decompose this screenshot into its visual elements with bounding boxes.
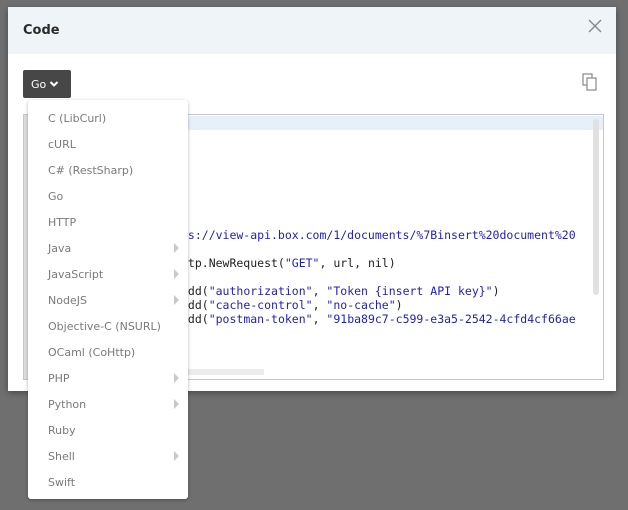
- code-string: ps://view-api.box.com/1/documents/%7Bins…: [181, 228, 576, 242]
- code-line: ttp.NewRequest("GET", url, nil): [181, 256, 396, 270]
- menu-item-c-restsharp[interactable]: C# (RestSharp): [28, 157, 188, 183]
- submenu-arrow-icon: [174, 243, 179, 253]
- chevron-down-icon: [50, 81, 59, 87]
- menu-item-label: PHP: [48, 371, 70, 385]
- copy-icon: [582, 73, 597, 91]
- code-line: Add("cache-control", "no-cache"): [181, 298, 403, 312]
- language-dropdown-menu: C (LibCurl) cURL C# (RestSharp) Go HTTP Java J…: [28, 100, 188, 499]
- submenu-arrow-icon: [174, 269, 179, 279]
- menu-item-swift[interactable]: Swift: [28, 469, 188, 495]
- code-line: Add("authorization", "Token {insert API …: [181, 284, 500, 298]
- code-string: "postman-token": [208, 312, 313, 326]
- code-string: "91ba89c7-c599-e3a5-2542-4cfd4cf66ae: [326, 312, 576, 326]
- menu-item-ruby[interactable]: Ruby: [28, 417, 188, 443]
- vertical-scrollbar[interactable]: [593, 119, 599, 295]
- menu-item-label: C# (RestSharp): [48, 163, 134, 177]
- code-token: ,: [312, 312, 327, 326]
- code-token: , url, nil): [319, 256, 396, 270]
- menu-item-objective-c-nsurl[interactable]: Objective-C (NSURL): [28, 313, 188, 339]
- submenu-arrow-icon: [174, 399, 179, 409]
- language-select-button[interactable]: Go: [23, 70, 71, 98]
- close-icon: [588, 19, 602, 33]
- modal-header: Code: [8, 7, 616, 54]
- menu-item-http[interactable]: HTTP: [28, 209, 188, 235]
- code-token: ): [395, 298, 403, 312]
- menu-item-label: cURL: [48, 137, 76, 151]
- menu-item-label: NodeJS: [48, 293, 87, 307]
- menu-item-php[interactable]: PHP: [28, 365, 188, 391]
- code-string: "cache-control": [208, 298, 313, 312]
- close-button[interactable]: [586, 17, 604, 35]
- menu-item-label: Shell: [48, 449, 75, 463]
- code-string: "no-cache": [326, 298, 396, 312]
- submenu-arrow-icon: [174, 451, 179, 461]
- menu-item-label: Swift: [48, 475, 76, 489]
- menu-item-go[interactable]: Go: [28, 183, 188, 209]
- menu-item-label: JavaScript: [48, 267, 104, 281]
- modal-title: Code: [23, 23, 60, 38]
- menu-item-javascript[interactable]: JavaScript: [28, 261, 188, 287]
- menu-item-shell[interactable]: Shell: [28, 443, 188, 469]
- menu-item-label: C (LibCurl): [48, 111, 107, 125]
- menu-item-label: Go: [48, 189, 64, 203]
- menu-item-nodejs[interactable]: NodeJS: [28, 287, 188, 313]
- menu-item-label: HTTP: [48, 215, 77, 229]
- submenu-arrow-icon: [174, 295, 179, 305]
- menu-item-label: Ruby: [48, 423, 76, 437]
- code-token: ,: [312, 284, 327, 298]
- code-line: Add("postman-token", "91ba89c7-c599-e3a5…: [181, 312, 576, 326]
- submenu-arrow-icon: [174, 373, 179, 383]
- menu-item-label: Java: [48, 241, 72, 255]
- code-token: ,: [312, 298, 327, 312]
- code-token: ttp.NewRequest(: [181, 256, 285, 270]
- menu-item-curl[interactable]: cURL: [28, 131, 188, 157]
- menu-item-ocaml-cohttp[interactable]: OCaml (CoHttp): [28, 339, 188, 365]
- menu-item-java[interactable]: Java: [28, 235, 188, 261]
- copy-button[interactable]: [582, 73, 598, 91]
- menu-item-label: Objective-C (NSURL): [48, 319, 161, 333]
- selected-language: Go: [31, 77, 47, 91]
- menu-item-python[interactable]: Python: [28, 391, 188, 417]
- code-string: "GET": [284, 256, 320, 270]
- menu-item-label: OCaml (CoHttp): [48, 345, 136, 359]
- code-string: "authorization": [208, 284, 313, 298]
- code-line: ps://view-api.box.com/1/documents/%7Bins…: [181, 228, 576, 242]
- menu-item-c-libcurl[interactable]: C (LibCurl): [28, 105, 188, 131]
- code-string: "Token {insert API key}": [326, 284, 493, 298]
- code-token: ): [492, 284, 500, 298]
- menu-item-label: Python: [48, 397, 87, 411]
